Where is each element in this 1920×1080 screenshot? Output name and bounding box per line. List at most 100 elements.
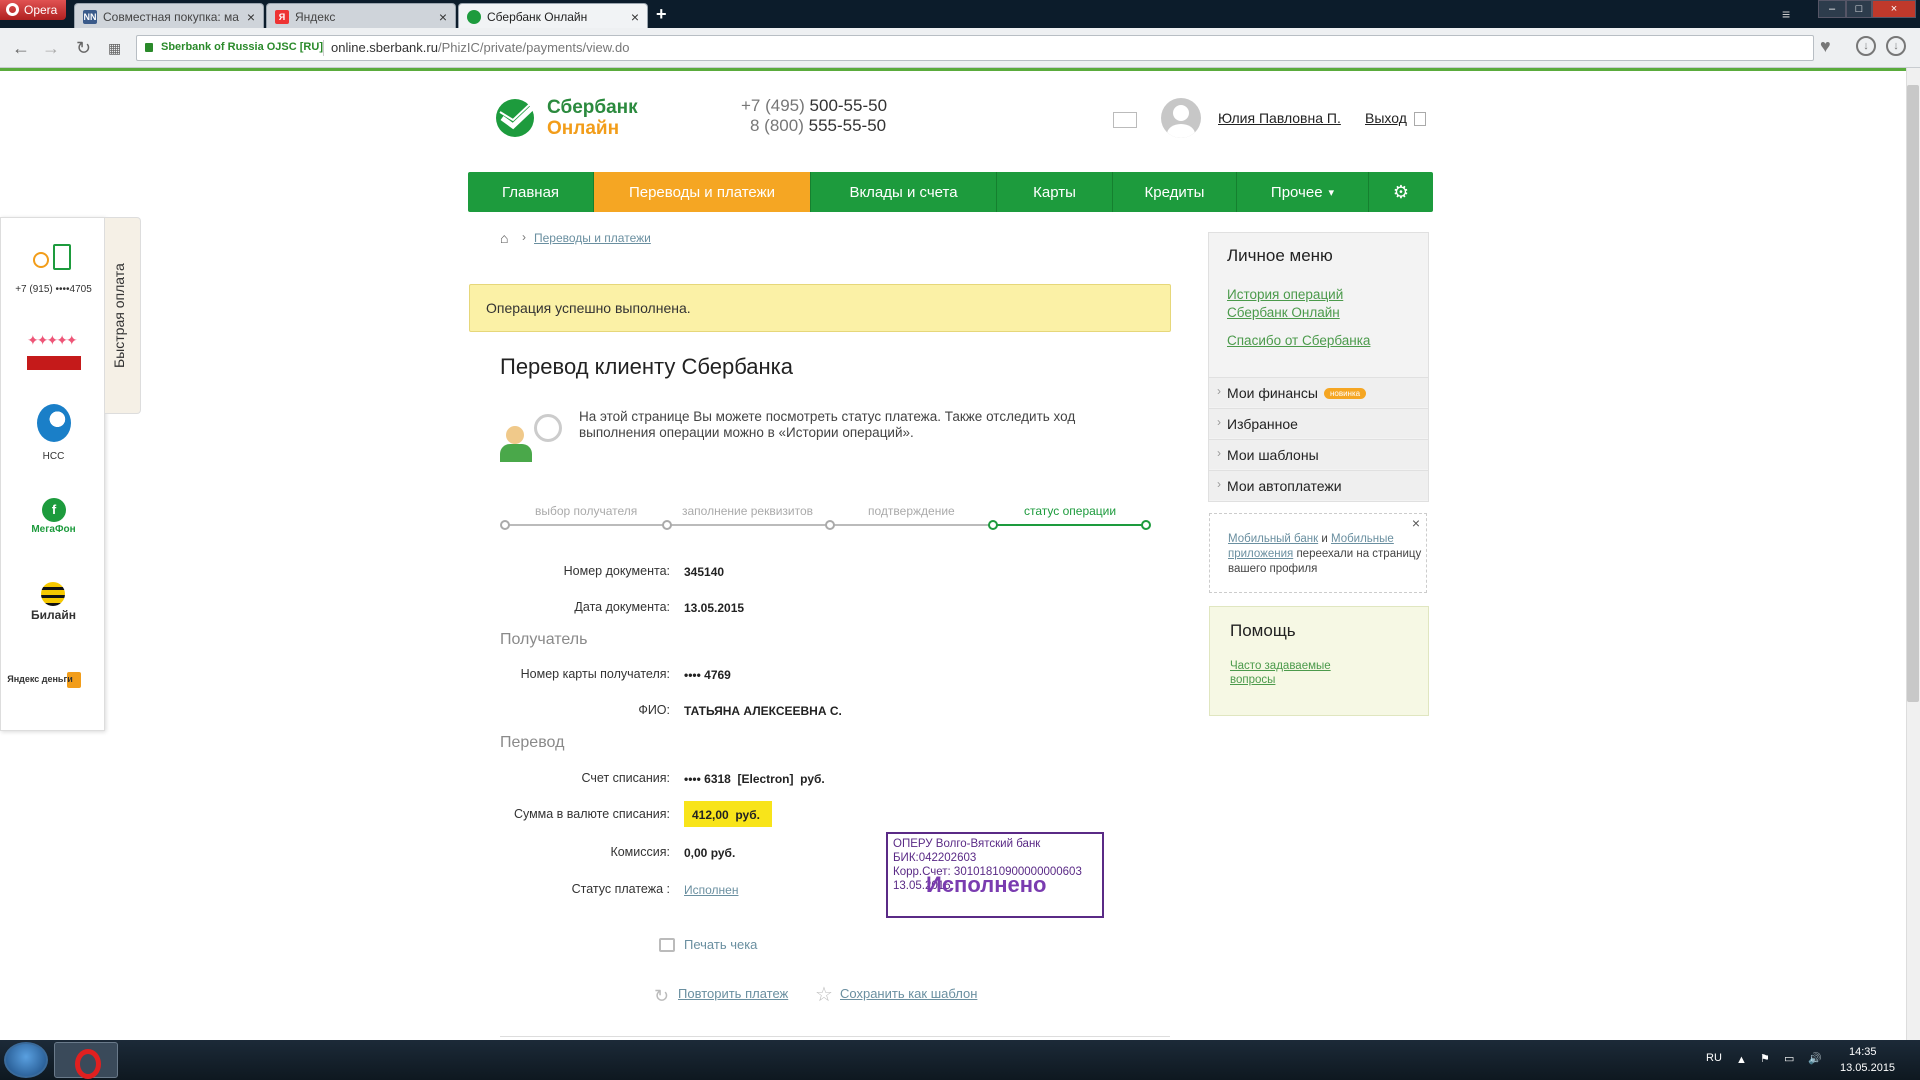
url-field[interactable]: Sberbank of Russia OJSC [RU] online.sber… (136, 35, 1814, 61)
fast-pay-yandex-label[interactable]: Яндекс деньги (5, 674, 75, 684)
close-icon[interactable]: × (247, 9, 255, 25)
tab-yandex[interactable]: Я Яндекс × (266, 3, 456, 28)
fast-pay-panel: +7 (915) ••••4705 ✦✦✦✦✦ НСС f МегаФон Би… (0, 217, 105, 731)
opera-menu-button[interactable]: Opera (0, 0, 66, 20)
step-dot-2 (662, 520, 672, 530)
settings-gear-icon[interactable]: ⚙ (1369, 172, 1433, 212)
fast-pay-nss-label[interactable]: НСС (1, 451, 106, 462)
spasibo-link[interactable]: Спасибо от Сбербанка (1227, 333, 1370, 348)
star-icon[interactable]: ☆ (815, 982, 833, 1007)
new-badge: новинка (1323, 388, 1367, 399)
start-button-icon[interactable] (4, 1042, 48, 1078)
language-indicator[interactable]: RU (1706, 1052, 1722, 1064)
sberbank-logo-icon[interactable] (494, 98, 536, 138)
megafon-logo-icon[interactable]: f (42, 498, 66, 522)
recipient-section-title: Получатель (500, 631, 588, 648)
nav-transfers[interactable]: Переводы и платежи (594, 172, 811, 212)
close-icon[interactable]: × (1412, 516, 1420, 531)
logout-icon[interactable] (1414, 112, 1426, 126)
scrollbar-thumb[interactable] (1907, 85, 1919, 702)
nav-other[interactable]: Прочее ▾ (1237, 172, 1369, 212)
print-receipt-link[interactable]: Печать чека (684, 937, 757, 952)
clock-date[interactable]: 13.05.2015 (1840, 1062, 1895, 1074)
pm-row-autopayments[interactable]: Мои автоплатежи (1209, 470, 1428, 500)
fio-value: ТАТЬЯНА АЛЕКСЕЕВНА С. (684, 704, 842, 718)
step-dot-end (1141, 520, 1151, 530)
faq-link[interactable]: Часто задаваемые вопросы (1230, 659, 1350, 687)
new-tab-plus-icon[interactable]: + (656, 4, 667, 25)
heart-bookmark-icon[interactable]: ♥ (1820, 36, 1831, 57)
pm-row-finances[interactable]: Мои финансыновинка (1209, 377, 1428, 407)
status-value-link[interactable]: Исполнен (684, 883, 738, 897)
repeat-icon[interactable]: ↻ (654, 986, 669, 1007)
history-link[interactable]: История операций Сбербанк Онлайн (1227, 286, 1367, 322)
home-icon[interactable]: ⌂ (500, 230, 508, 246)
browser-tab-bar: Opera NN Совместная покупка: ма × Я Яндек… (0, 0, 1920, 28)
fast-pay-beeline-label[interactable]: Билайн (1, 608, 106, 622)
beeline-logo-icon[interactable] (41, 582, 65, 606)
logo-text-online[interactable]: Онлайн (547, 118, 619, 140)
amount-label: Сумма в валюте списания: (513, 807, 670, 821)
reload-icon[interactable]: ↻ (76, 38, 91, 59)
taskbar-opera-icon[interactable] (54, 1042, 118, 1079)
page-title: Перевод клиенту Сбербанка (500, 354, 794, 379)
mail-icon[interactable] (1113, 112, 1137, 128)
tray-network-icon[interactable]: ▭ (1784, 1052, 1794, 1065)
page-top-accent (0, 68, 1906, 71)
card-value: •••• 4769 (684, 668, 731, 682)
close-icon[interactable]: × (631, 9, 639, 25)
breadcrumb-transfers[interactable]: Переводы и платежи (534, 231, 651, 245)
nss-logo-icon[interactable] (37, 404, 71, 442)
breadcrumb-separator: › (522, 230, 526, 244)
phone-payment-icon[interactable] (31, 244, 73, 274)
fast-pay-megafon-label[interactable]: МегаФон (1, 524, 106, 535)
opera-downloads-icon[interactable]: ↓ (1886, 36, 1906, 56)
account-value: •••• 6318 [Electron] руб. (684, 772, 825, 786)
main-nav: Главная Переводы и платежи Вклады и счет… (468, 172, 1433, 212)
print-icon[interactable] (659, 938, 675, 952)
transfer-section-title: Перевод (500, 734, 565, 751)
nav-deposits[interactable]: Вклады и счета (811, 172, 997, 212)
window-close-icon[interactable]: × (1872, 0, 1916, 18)
tab-sberbank[interactable]: Сбербанк Онлайн × (458, 3, 648, 28)
url-text[interactable]: online.sberbank.ru/PhizIC/private/paymen… (331, 40, 629, 55)
lock-icon (145, 43, 153, 52)
page-description: На этой странице Вы можете посмотреть ст… (579, 409, 1076, 440)
maximize-icon[interactable]: □ (1846, 0, 1872, 18)
speed-dial-icon[interactable]: ▦ (108, 40, 121, 57)
tab-menu-icon[interactable]: ≡ (1782, 6, 1790, 22)
close-icon[interactable]: × (439, 9, 447, 25)
amount-value: 412,00 руб. (684, 801, 772, 827)
clock-time[interactable]: 14:35 (1849, 1046, 1877, 1058)
charity-logo-icon[interactable]: ✦✦✦✦✦ (27, 332, 81, 374)
help-title: Помощь (1230, 621, 1296, 640)
address-bar: ← → ↻ ▦ Sberbank of Russia OJSC [RU] onl… (0, 28, 1920, 68)
avatar[interactable] (1161, 98, 1201, 138)
account-label: Счет списания: (581, 771, 670, 785)
fast-pay-tab[interactable]: Быстрая оплата (105, 217, 141, 414)
nav-credits[interactable]: Кредиты (1113, 172, 1237, 212)
repeat-payment-link[interactable]: Повторить платеж (678, 986, 788, 1001)
security-badge[interactable]: Sberbank of Russia OJSC [RU] (161, 41, 323, 53)
tray-arrow-icon[interactable]: ▲ (1736, 1054, 1747, 1066)
minimize-icon[interactable]: – (1818, 0, 1846, 18)
user-name-link[interactable]: Юлия Павловна П. (1218, 110, 1341, 126)
tray-volume-icon[interactable]: 🔊 (1808, 1052, 1822, 1065)
pm-row-favorites[interactable]: Избранное (1209, 408, 1428, 438)
opera-icon (6, 3, 19, 16)
nav-cards[interactable]: Карты (997, 172, 1113, 212)
forward-arrow-icon[interactable]: → (42, 38, 60, 59)
tray-flag-icon[interactable]: ⚑ (1760, 1052, 1770, 1065)
save-template-link[interactable]: Сохранить как шаблон (840, 986, 977, 1001)
logo-text-sberbank[interactable]: Сбербанк (547, 97, 638, 119)
mobile-bank-link[interactable]: Мобильный банк (1228, 533, 1318, 545)
nav-main[interactable]: Главная (468, 172, 594, 212)
back-arrow-icon[interactable]: ← (12, 38, 30, 59)
pm-row-templates[interactable]: Мои шаблоны (1209, 439, 1428, 469)
logout-link[interactable]: Выход (1365, 110, 1407, 126)
status-label: Статус платежа : (571, 882, 670, 896)
fast-pay-phone-label[interactable]: +7 (915) ••••4705 (1, 284, 106, 295)
sber-favicon-icon (467, 10, 481, 24)
tab-sovmestnaya[interactable]: NN Совместная покупка: ма × (74, 3, 264, 28)
download-icon[interactable]: ↓ (1856, 36, 1876, 56)
